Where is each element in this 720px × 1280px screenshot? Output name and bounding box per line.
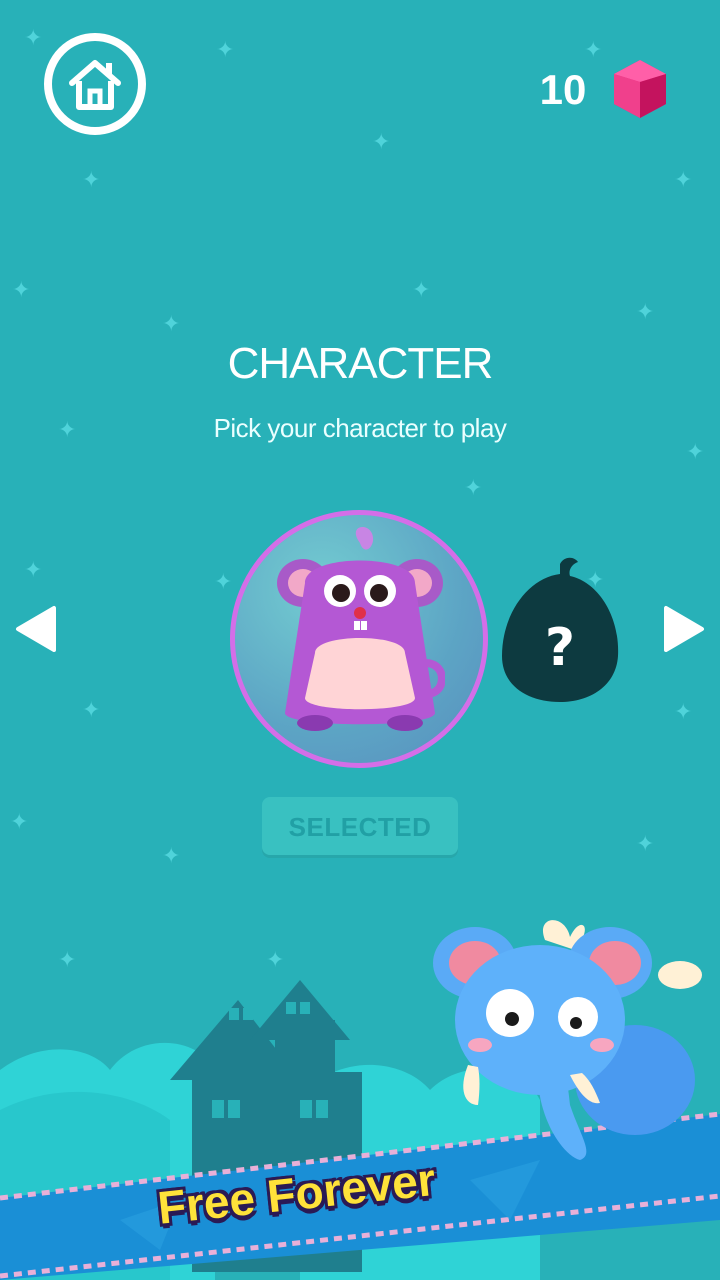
star-icon: ✦ xyxy=(10,810,29,835)
right-arrow-icon[interactable] xyxy=(662,604,706,654)
left-arrow-icon[interactable] xyxy=(14,604,58,654)
star-icon: ✦ xyxy=(636,300,655,325)
select-character-button[interactable]: SELECTED xyxy=(262,797,458,855)
page-subtitle: Pick your character to play xyxy=(213,413,507,443)
star-icon: ✦ xyxy=(214,570,233,595)
star-icon: ✦ xyxy=(412,278,431,303)
star-icon: ✦ xyxy=(584,38,603,63)
star-icon: ✦ xyxy=(372,130,391,155)
page-title: CHARACTER xyxy=(227,339,494,388)
star-icon: ✦ xyxy=(464,476,483,501)
star-icon: ✦ xyxy=(674,700,693,725)
character-bubble[interactable] xyxy=(230,510,488,768)
purple-hamster-character xyxy=(277,526,445,731)
star-icon: ✦ xyxy=(636,832,655,857)
star-icon: ✦ xyxy=(674,168,693,193)
star-icon: ✦ xyxy=(82,168,101,193)
blue-elephant-mascot xyxy=(433,920,702,1160)
star-icon: ✦ xyxy=(162,844,181,869)
star-icon: ✦ xyxy=(24,26,43,51)
locked-character[interactable]: ? xyxy=(498,556,622,709)
home-button[interactable] xyxy=(44,33,146,135)
pink-gem-icon xyxy=(614,60,666,118)
star-icon: ✦ xyxy=(82,698,101,723)
star-icon: ✦ xyxy=(216,38,235,63)
gem-count: 10 xyxy=(539,66,587,113)
locked-question-mark: ? xyxy=(544,618,576,678)
star-icon: ✦ xyxy=(162,312,181,337)
home-icon xyxy=(69,60,121,110)
star-icon: ✦ xyxy=(24,558,43,583)
star-icon: ✦ xyxy=(12,278,31,303)
